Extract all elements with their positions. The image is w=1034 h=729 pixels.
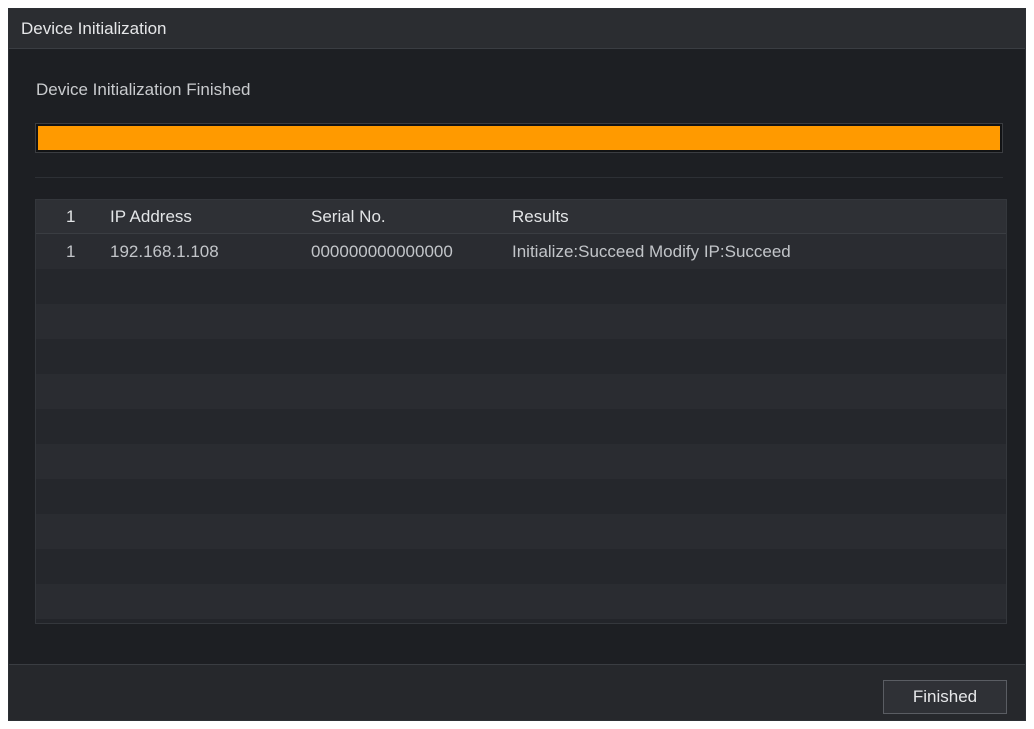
finished-button[interactable]: Finished (883, 680, 1007, 714)
table-row[interactable]: 1 192.168.1.108 000000000000000 Initiali… (36, 234, 1006, 269)
section-divider (35, 177, 1003, 178)
device-initialization-dialog: Device Initialization Device Initializat… (8, 8, 1026, 721)
row-index: 1 (66, 241, 76, 261)
results-table: 1 IP Address Serial No. Results 1 192.16… (35, 199, 1007, 624)
dialog-footer: Finished (9, 664, 1025, 720)
table-row-empty[interactable] (36, 304, 1006, 339)
table-row-empty[interactable] (36, 444, 1006, 479)
table-row-empty[interactable] (36, 514, 1006, 549)
row-serial-no: 000000000000000 (311, 241, 453, 261)
table-row-empty[interactable] (36, 409, 1006, 444)
progress-bar-fill (38, 126, 1000, 150)
empty-rows (36, 269, 1006, 619)
column-header-ip-address[interactable]: IP Address (110, 207, 311, 227)
column-header-serial-no[interactable]: Serial No. (311, 207, 512, 227)
table-row-empty[interactable] (36, 374, 1006, 409)
progress-bar (35, 123, 1003, 153)
column-header-index[interactable]: 1 (36, 207, 110, 227)
dialog-titlebar: Device Initialization (9, 9, 1025, 49)
table-header-row: 1 IP Address Serial No. Results (36, 200, 1006, 234)
column-header-results[interactable]: Results (512, 207, 1006, 227)
table-row-empty[interactable] (36, 479, 1006, 514)
row-ip-address: 192.168.1.108 (110, 241, 219, 261)
table-row-empty[interactable] (36, 584, 1006, 619)
table-row-empty[interactable] (36, 339, 1006, 374)
row-results: Initialize:Succeed Modify IP:Succeed (512, 241, 791, 261)
table-row-empty[interactable] (36, 549, 1006, 584)
table-row-empty[interactable] (36, 269, 1006, 304)
status-message: Device Initialization Finished (36, 80, 251, 99)
dialog-title: Device Initialization (21, 18, 167, 38)
